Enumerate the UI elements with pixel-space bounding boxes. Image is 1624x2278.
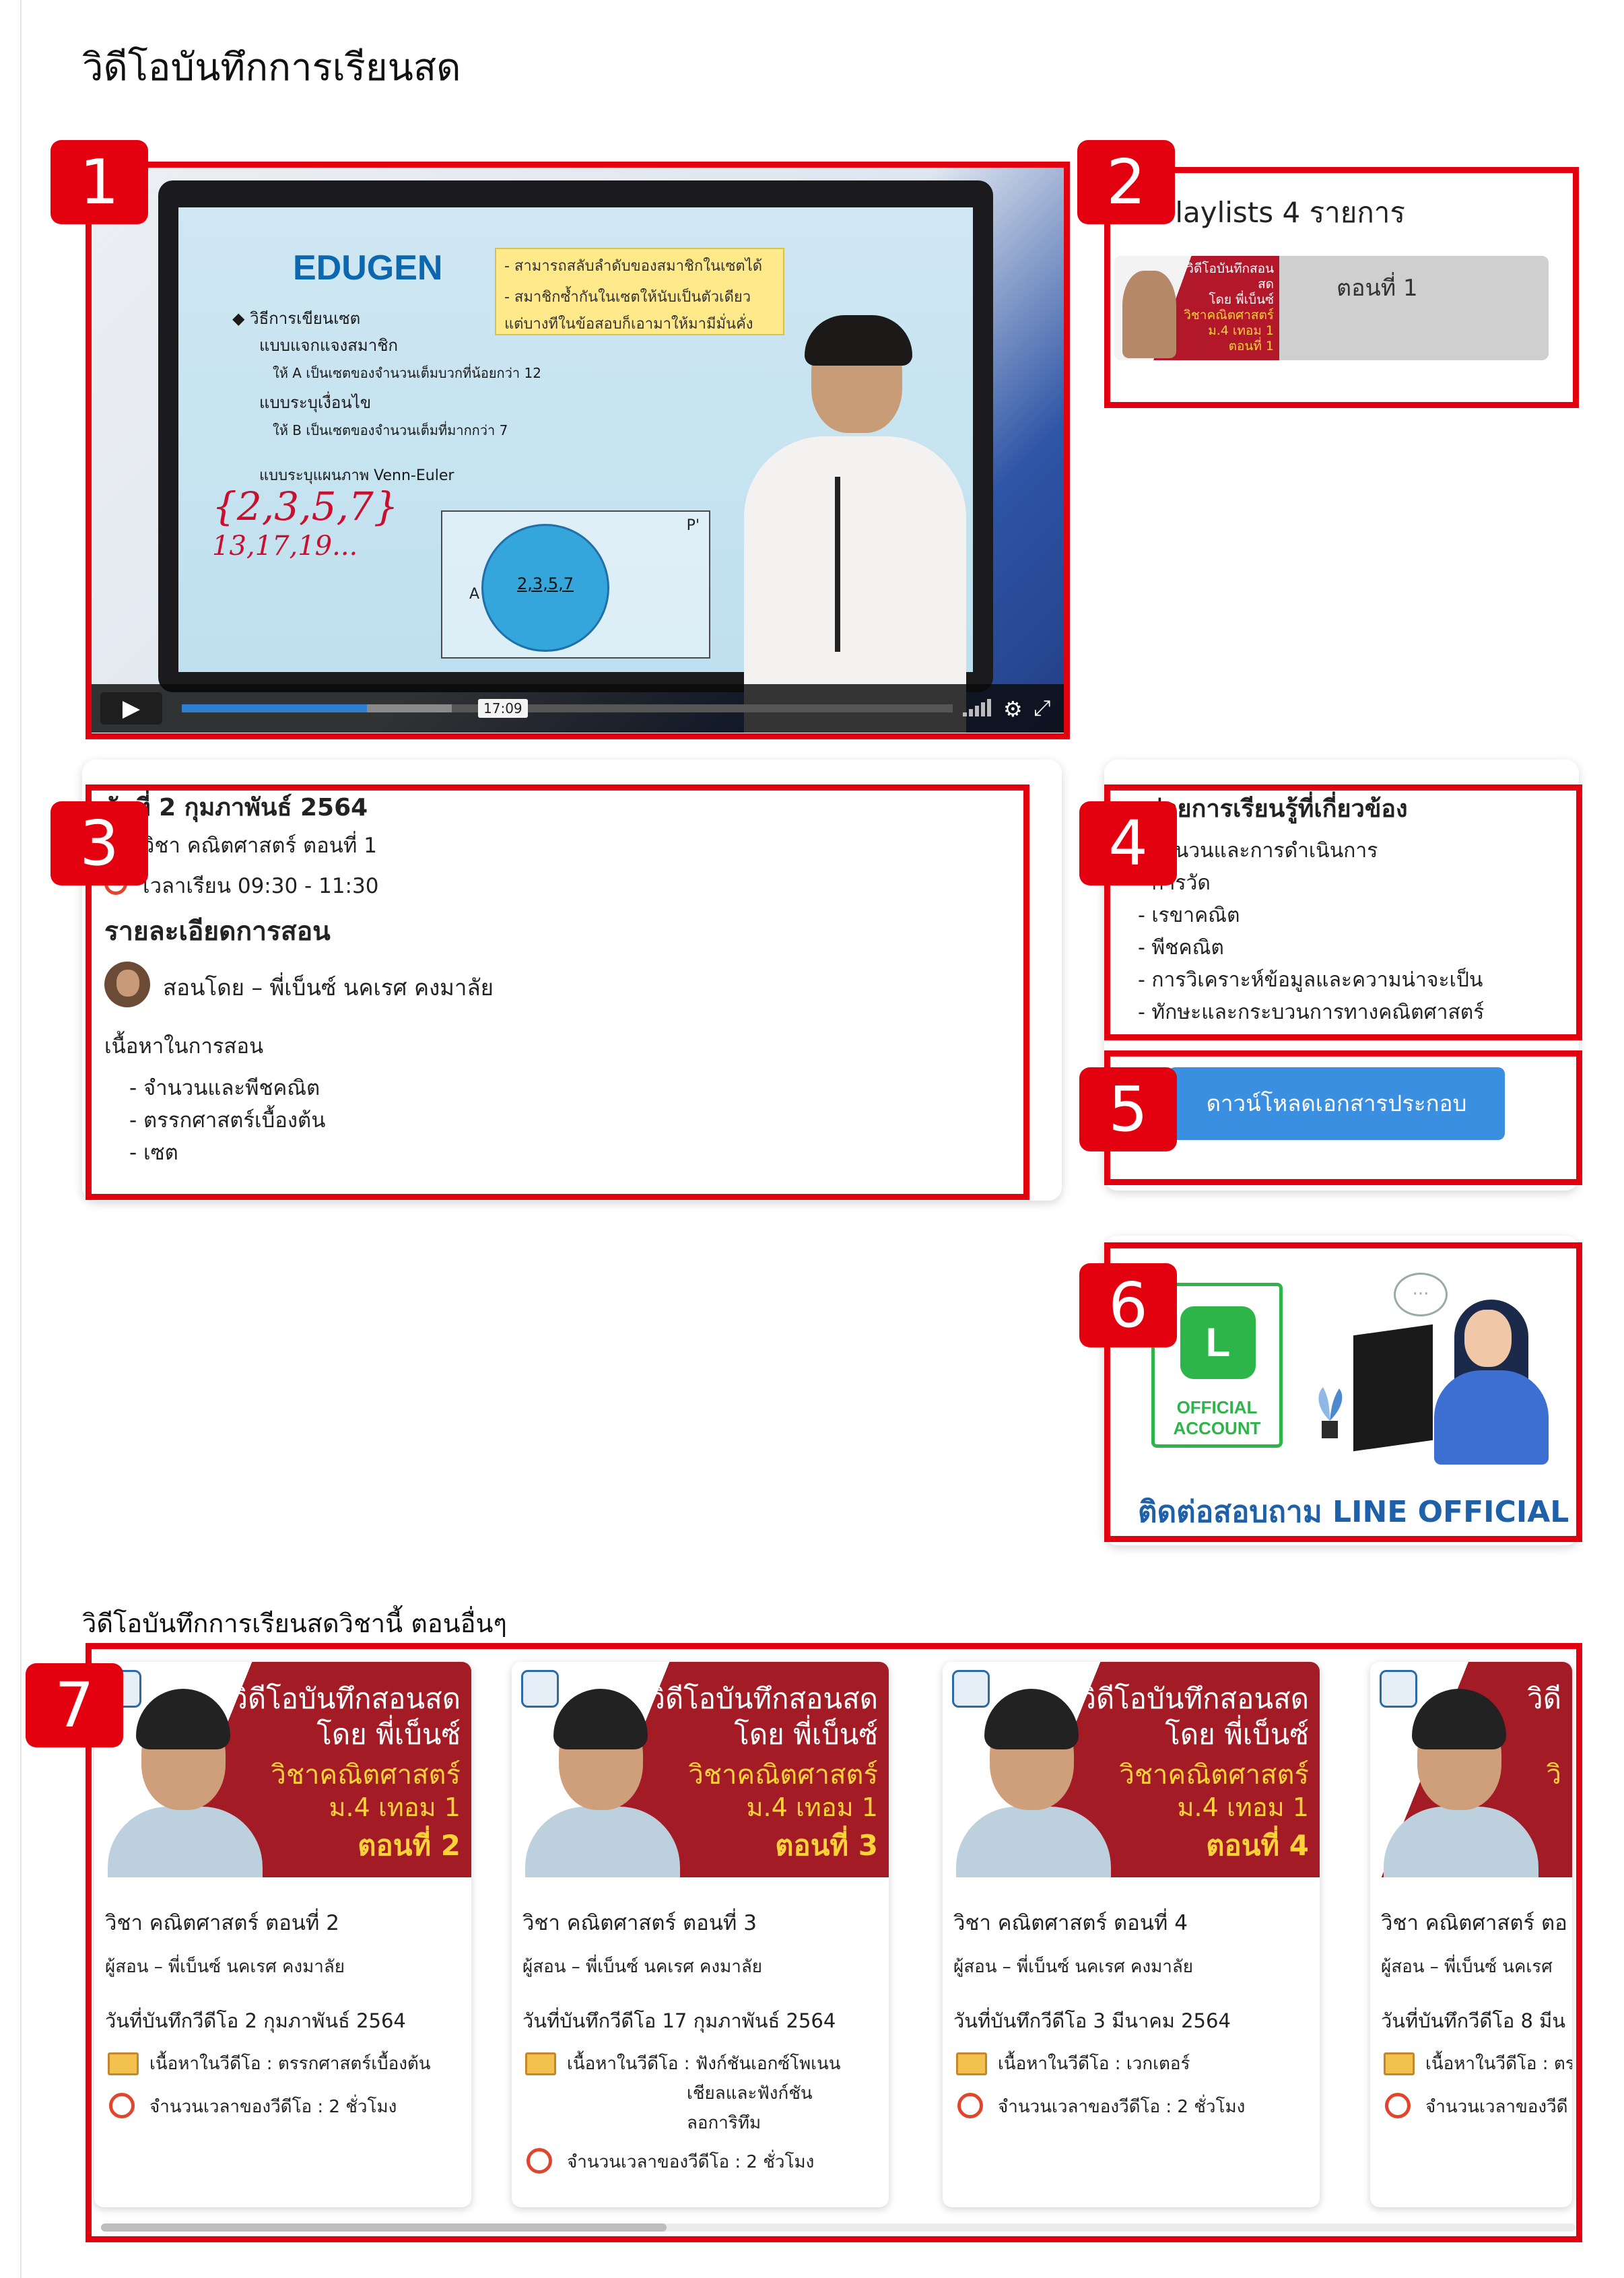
- annotation-number-3: 3: [50, 801, 148, 885]
- annotation-number-1: 1: [50, 140, 148, 224]
- annotation-number-4: 4: [1079, 801, 1177, 885]
- annotation-number-5: 5: [1079, 1067, 1177, 1151]
- related-videos-heading: วิดีโอบันทึกการเรียนสดวิชานี้ ตอนอื่นๆ: [82, 1609, 507, 1638]
- annotation-number-6: 6: [1079, 1263, 1177, 1347]
- annotation-number-7: 7: [26, 1663, 123, 1747]
- annotation-box-7: [86, 1643, 1582, 2242]
- annotation-box-2: [1104, 167, 1579, 408]
- annotation-box-1: [86, 162, 1070, 739]
- annotation-box-3: [86, 784, 1029, 1200]
- page-title: วิดีโอบันทึกการเรียนสด: [82, 46, 461, 90]
- annotation-number-2: 2: [1077, 140, 1175, 224]
